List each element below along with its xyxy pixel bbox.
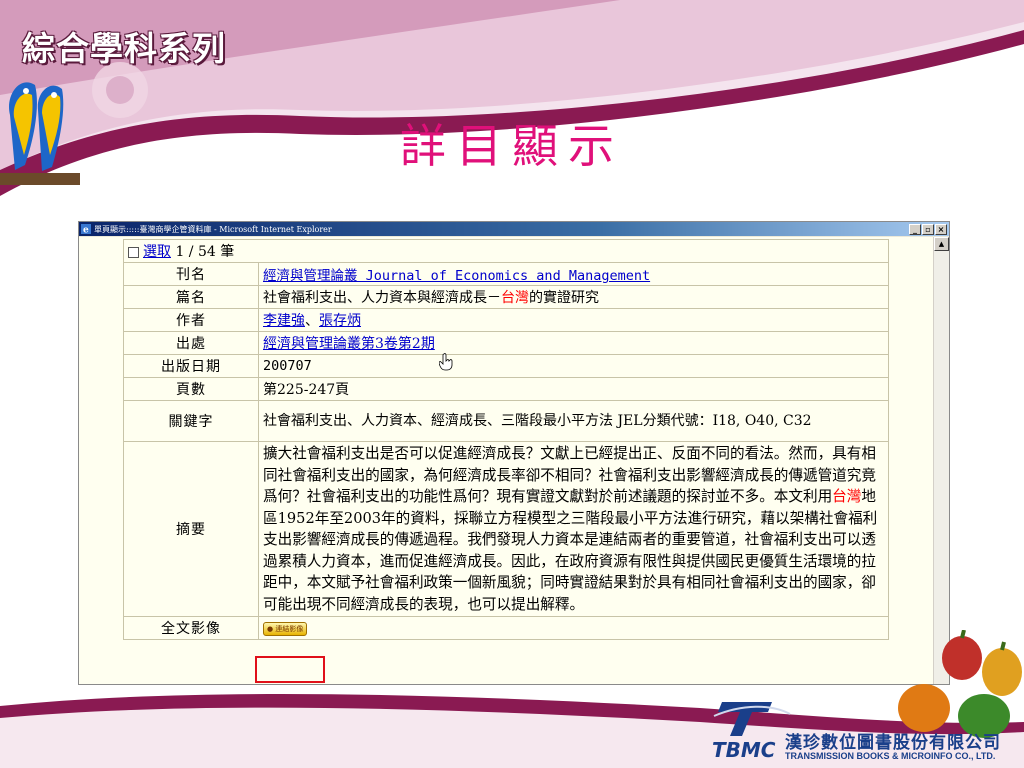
source-label: 出處 [123,331,259,355]
title-label: 篇名 [123,285,259,309]
abstract-text-end: 地區1952年至2003年的資料，採聯立方程模型之三階段最小平方法進行研究，藉以… [263,488,878,613]
table-row: 頁數 第225-247頁 [123,377,889,401]
author-separator: 、 [305,313,319,329]
abstract-highlight: 台灣 [832,488,862,505]
browser-window: e 單頁顯示:::::臺灣商學企管資料庫 - Microsoft Interne… [78,221,950,685]
table-row: 刊名 經濟與管理論叢 Journal of Economics and Mana… [123,262,889,286]
title-text: 社會福利支出、人力資本與經濟成長－ [263,290,501,306]
select-row: 選取 1 / 54 筆 [123,239,889,263]
record-position: 1 / 54 筆 [175,244,235,260]
fulltext-label: 全文影像 [123,616,259,640]
svg-text:e: e [83,226,89,235]
keywords-label: 關鍵字 [123,400,259,442]
source-link[interactable]: 經濟與管理論叢第3卷第2期 [263,336,435,352]
scroll-up-arrow-icon[interactable]: ▲ [934,237,949,251]
table-row: 摘要 擴大社會福利支出是否可以促進經濟成長？文獻上已經提出正、反面不同的看法。然… [123,441,889,617]
close-button[interactable]: × [935,223,947,235]
hand-cursor-icon [439,353,453,371]
pages-value: 第225-247頁 [258,377,889,401]
company-name-cn: 漢珍數位圖書股份有限公司 [785,733,1001,753]
minimize-button[interactable]: _ [909,223,921,235]
abstract-text: 擴大社會福利支出是否可以促進經濟成長？文獻上已經提出正、反面不同的看法。然而，具… [263,445,876,505]
date-value: 200707 [258,354,889,378]
select-cell: 選取 1 / 54 筆 [123,239,889,263]
author-link[interactable]: 李建強 [263,313,305,329]
pages-label: 頁數 [123,377,259,401]
table-row: 全文影像 ● 連結影像 [123,616,889,640]
table-row: 關鍵字 社會福利支出、人力資本、經濟成長、三階段最小平方法 JEL分類代號：I1… [123,400,889,442]
author-label: 作者 [123,308,259,332]
window-title: 單頁顯示:::::臺灣商學企管資料庫 - Microsoft Internet … [94,224,332,234]
company-name-en: TRANSMISSION BOOKS & MICROINFO CO., LTD. [785,751,996,761]
abstract-label: 摘要 [123,441,259,617]
table-row: 篇名 社會福利支出、人力資本與經濟成長－台灣的實證研究 [123,285,889,309]
record-table: 選取 1 / 54 筆 刊名 經濟與管理論叢 Journal of Econom… [123,239,889,640]
select-link[interactable]: 選取 [143,244,171,260]
select-checkbox[interactable] [128,246,139,258]
author-link[interactable]: 張存炳 [319,313,361,329]
highlight-box [255,656,325,683]
ie-icon: e [81,224,91,234]
vertical-scrollbar[interactable]: ▲ [933,237,949,684]
date-label: 出版日期 [123,354,259,378]
peppers-image [898,630,1022,738]
table-row: 出處 經濟與管理論叢第3卷第2期 [123,331,889,355]
journal-link[interactable]: 經濟與管理論叢 Journal of Economics and Managem… [263,268,650,284]
window-titlebar[interactable]: e 單頁顯示:::::臺灣商學企管資料庫 - Microsoft Interne… [79,222,949,236]
maximize-button[interactable]: ▫ [922,223,934,235]
fulltext-button-label: 連結影像 [275,625,304,633]
fulltext-image-button[interactable]: ● 連結影像 [263,622,308,636]
title-highlight: 台灣 [501,290,529,306]
slide-title: 詳目顯示 [400,119,624,173]
tbmc-logo-text: TBMC [712,738,776,762]
table-row: 作者 李建強、張存炳 [123,308,889,332]
title-text-end: 的實證研究 [529,290,599,306]
journal-label: 刊名 [123,262,259,286]
keywords-value: 社會福利支出、人力資本、經濟成長、三階段最小平方法 JEL分類代號：I18, O… [258,400,889,442]
table-row: 出版日期 200707 [123,354,889,378]
page-content: 選取 1 / 54 筆 刊名 經濟與管理論叢 Journal of Econom… [79,237,933,684]
title-value: 社會福利支出、人力資本與經濟成長－台灣的實證研究 [258,285,889,309]
abstract-value: 擴大社會福利支出是否可以促進經濟成長？文獻上已經提出正、反面不同的看法。然而，具… [258,441,889,617]
